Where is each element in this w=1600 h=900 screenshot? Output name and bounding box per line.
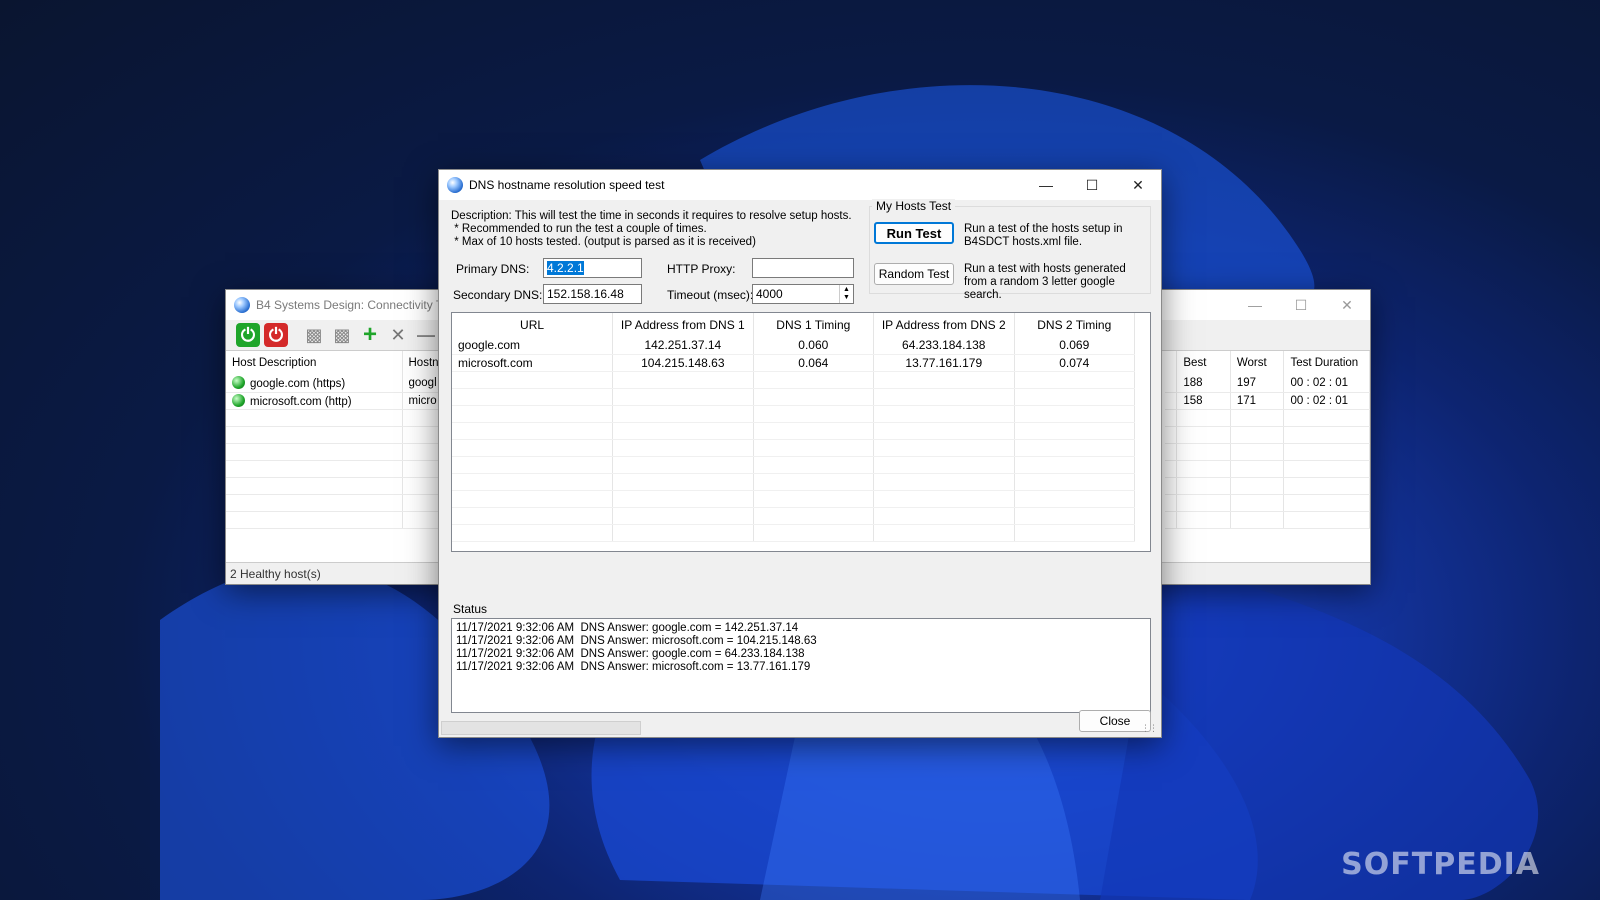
ip1-cell: 142.251.37.14 bbox=[612, 337, 754, 355]
col-worst[interactable]: Worst bbox=[1230, 351, 1285, 375]
description-text: Description: This will test the time in … bbox=[451, 210, 871, 249]
table-row[interactable]: google.com (https) googl bbox=[226, 375, 440, 393]
ip2-cell: 13.77.161.179 bbox=[873, 354, 1015, 372]
dialog-titlebar[interactable]: DNS hostname resolution speed test — ☐ ✕ bbox=[439, 170, 1161, 200]
group-title: My Hosts Test bbox=[872, 199, 956, 213]
table-row[interactable]: google.com 142.251.37.14 0.060 64.233.18… bbox=[452, 337, 1136, 355]
host-name: googl bbox=[402, 375, 440, 393]
primary-dns-input[interactable]: 4.2.2.1 bbox=[543, 258, 642, 278]
random-test-button[interactable]: Random Test bbox=[874, 263, 954, 285]
col-ip-dns1[interactable]: IP Address from DNS 1 bbox=[612, 313, 754, 337]
bg-minimize-button[interactable]: — bbox=[1232, 290, 1278, 320]
t2-cell: 0.074 bbox=[1014, 354, 1136, 372]
status-line: 11/17/2021 9:32:06 AM DNS Answer: google… bbox=[456, 648, 805, 660]
table-row[interactable]: microsoft.com 104.215.148.63 0.064 13.77… bbox=[452, 354, 1136, 372]
t1-cell: 0.064 bbox=[753, 354, 875, 372]
dialog-title: DNS hostname resolution speed test bbox=[469, 178, 665, 192]
maximize-button[interactable]: ☐ bbox=[1069, 170, 1115, 200]
stop-icon[interactable]: ⏻ bbox=[264, 323, 288, 347]
http-proxy-input[interactable] bbox=[752, 258, 854, 278]
col-best[interactable]: Best bbox=[1176, 351, 1231, 375]
primary-dns-value: 4.2.2.1 bbox=[547, 261, 584, 275]
hosts-icon[interactable]: ▩ bbox=[302, 323, 326, 347]
ip2-cell: 64.233.184.138 bbox=[873, 337, 1015, 355]
close-window-button[interactable]: ✕ bbox=[1115, 170, 1161, 200]
random-test-description: Run a test with hosts generated from a r… bbox=[964, 263, 1126, 301]
status-line: 11/17/2021 9:32:06 AM DNS Answer: google… bbox=[456, 622, 799, 634]
url-cell: microsoft.com bbox=[452, 354, 614, 372]
col-host-description[interactable]: Host Description bbox=[226, 351, 403, 375]
col-dns1-timing[interactable]: DNS 1 Timing bbox=[753, 313, 875, 337]
results-table[interactable]: URL IP Address from DNS 1 DNS 1 Timing I… bbox=[451, 312, 1151, 552]
host-description: microsoft.com (http) bbox=[250, 395, 352, 408]
status-log[interactable]: 11/17/2021 9:32:06 AM DNS Answer: google… bbox=[451, 618, 1151, 713]
worst-value: 197 bbox=[1230, 375, 1285, 393]
col-test-duration[interactable]: Test Duration bbox=[1283, 351, 1370, 375]
table-row[interactable]: 158 171 00 : 02 : 01 bbox=[1165, 392, 1370, 410]
watermark-logo: SOFTPEDIA bbox=[1341, 847, 1540, 882]
col-dns2-timing[interactable]: DNS 2 Timing bbox=[1014, 313, 1136, 337]
status-line: 11/17/2021 9:32:06 AM DNS Answer: micros… bbox=[456, 661, 811, 673]
app-globe-icon bbox=[234, 297, 250, 313]
secondary-dns-label: Secondary DNS: bbox=[453, 288, 543, 302]
hosts2-icon[interactable]: ▩ bbox=[330, 323, 354, 347]
col-hidden[interactable] bbox=[1165, 351, 1178, 375]
minimize-button[interactable]: — bbox=[1023, 170, 1069, 200]
worst-value: 171 bbox=[1230, 392, 1285, 410]
status-label: Status bbox=[453, 602, 488, 616]
remove-icon[interactable]: — bbox=[414, 323, 438, 347]
table-row[interactable]: microsoft.com (http) micro bbox=[226, 392, 440, 410]
host-name: micro bbox=[402, 392, 440, 410]
spin-down-icon[interactable]: ▼ bbox=[843, 294, 850, 302]
t1-cell: 0.060 bbox=[753, 337, 875, 355]
run-test-description: Run a test of the hosts setup in B4SDCT … bbox=[964, 223, 1123, 248]
description-line: * Max of 10 hosts tested. (output is par… bbox=[451, 236, 756, 248]
col-url[interactable]: URL bbox=[452, 313, 614, 337]
ip1-cell: 104.215.148.63 bbox=[612, 354, 754, 372]
tools-icon[interactable]: ✕ bbox=[386, 323, 410, 347]
host-description: google.com (https) bbox=[250, 378, 346, 391]
run-test-button[interactable]: Run Test bbox=[874, 222, 954, 244]
app-globe-icon bbox=[447, 177, 463, 193]
secondary-dns-input[interactable]: 152.158.16.48 bbox=[543, 284, 642, 304]
progress-bar bbox=[441, 721, 641, 735]
secondary-dns-value: 152.158.16.48 bbox=[547, 287, 624, 301]
dns-speed-test-dialog: DNS hostname resolution speed test — ☐ ✕… bbox=[438, 169, 1162, 738]
http-proxy-label: HTTP Proxy: bbox=[667, 262, 736, 276]
best-value: 158 bbox=[1176, 392, 1231, 410]
description-line: * Recommended to run the test a couple o… bbox=[451, 223, 707, 235]
timeout-stepper[interactable]: 4000 ▲ ▼ bbox=[752, 284, 854, 304]
col-ip-dns2[interactable]: IP Address from DNS 2 bbox=[873, 313, 1015, 337]
best-value: 188 bbox=[1176, 375, 1231, 393]
description-line: Description: This will test the time in … bbox=[451, 210, 852, 222]
duration-value: 00 : 02 : 01 bbox=[1283, 392, 1370, 410]
url-cell: google.com bbox=[452, 337, 614, 355]
col-hostname[interactable]: Hostn bbox=[402, 351, 440, 375]
resize-grip-icon[interactable]: ⋮⋮ bbox=[1141, 723, 1158, 734]
t2-cell: 0.069 bbox=[1014, 337, 1136, 355]
start-icon[interactable]: ⏻ bbox=[236, 323, 260, 347]
spin-up-icon[interactable]: ▲ bbox=[843, 286, 850, 294]
host-status-icon bbox=[232, 393, 245, 407]
bg-close-button[interactable]: ✕ bbox=[1324, 290, 1370, 320]
timeout-spin-buttons[interactable]: ▲ ▼ bbox=[839, 285, 853, 303]
add-icon[interactable]: + bbox=[358, 321, 382, 348]
host-status-icon bbox=[232, 376, 245, 390]
timeout-value: 4000 bbox=[756, 287, 783, 301]
status-line: 11/17/2021 9:32:06 AM DNS Answer: micros… bbox=[456, 635, 817, 647]
table-row[interactable]: 188 197 00 : 02 : 01 bbox=[1165, 375, 1370, 393]
bg-maximize-button[interactable]: ☐ bbox=[1278, 290, 1324, 320]
my-hosts-test-group: My Hosts Test Run Test Run a test of the… bbox=[869, 199, 1151, 301]
timeout-label: Timeout (msec): bbox=[667, 288, 754, 302]
primary-dns-label: Primary DNS: bbox=[456, 262, 530, 276]
duration-value: 00 : 02 : 01 bbox=[1283, 375, 1370, 393]
